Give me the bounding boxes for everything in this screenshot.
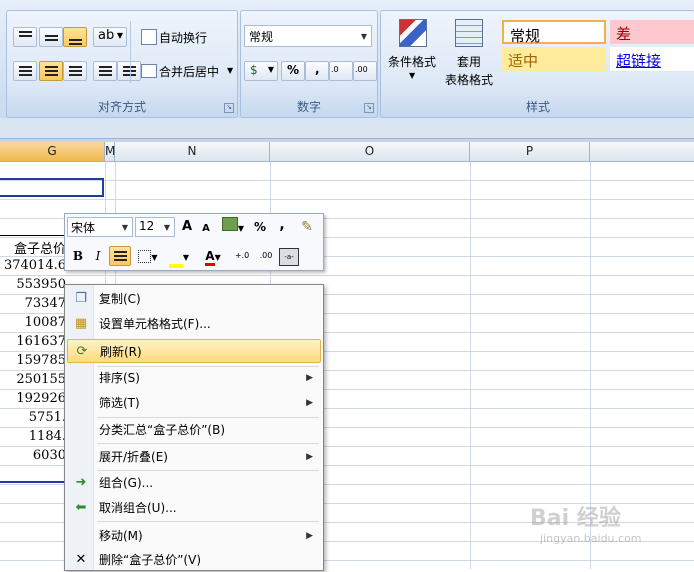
wrap-text-label: 自动换行 [159, 31, 208, 45]
font-color-button[interactable]: A▼ [199, 246, 227, 266]
center-align-button[interactable] [109, 246, 131, 266]
number-format-combo[interactable]: 常规 ▼ [244, 25, 372, 47]
baidu-watermark-url: jingyan.baidu.com [540, 532, 642, 545]
delete-x-icon: ✕ [75, 552, 87, 567]
style-neutral[interactable]: 适中 [502, 47, 606, 71]
alignment-dialog-launcher[interactable]: ↘ [224, 103, 234, 113]
column-header-m[interactable]: M [105, 142, 115, 162]
menu-item-filter[interactable]: 筛选(T) ▶ [67, 391, 321, 415]
cell-value[interactable]: 553950 [0, 277, 66, 292]
cell-value[interactable]: 192926 [0, 391, 66, 406]
format-as-table-button[interactable]: 套用 表格格式 [439, 17, 499, 91]
font-size-combo[interactable]: 12 ▼ [135, 217, 175, 237]
style-normal[interactable]: 常规 [502, 20, 606, 45]
refresh-icon: ⟳ [76, 344, 88, 359]
align-top-button[interactable] [13, 27, 37, 47]
align-left-button[interactable] [13, 61, 37, 81]
style-bad[interactable]: 差 [610, 20, 694, 44]
wrap-text-icon [141, 29, 157, 45]
column-header-p[interactable]: P [470, 142, 590, 162]
format-cells-icon: ▦ [74, 316, 88, 331]
alignment-group-label: 对齐方式 [97, 100, 146, 114]
comma-style-button[interactable]: , [305, 61, 329, 81]
conditional-format-label: 条件格式 [387, 55, 436, 69]
menu-item-delete[interactable]: ✕ 删除“盒子总价”(V) [67, 548, 321, 572]
copy-icon: ❐ [75, 291, 87, 306]
align-right-button[interactable] [63, 61, 87, 81]
cell-value[interactable]: 374014.6 [0, 258, 66, 273]
merge-center-label: 合并后居中 [159, 65, 220, 79]
cell-value[interactable]: 10087 [0, 315, 66, 330]
baidu-watermark-logo: Bai 经验 [530, 506, 621, 531]
cell-value[interactable]: 250155 [0, 372, 66, 387]
align-center-button[interactable] [39, 61, 63, 81]
grow-font-button[interactable]: A [179, 217, 195, 237]
ungroup-arrow-icon: ⬅ [75, 500, 87, 515]
italic-button[interactable]: I [89, 246, 107, 266]
alignment-group: ab ▼ 自动换行 合并后居中 ▼ 对齐方式 ↘ [6, 10, 238, 118]
conditional-format-button[interactable]: 条件格式 ▼ [385, 17, 439, 91]
column-header-o[interactable]: O [270, 142, 470, 162]
cell-value[interactable]: 161637 [0, 334, 66, 349]
fill-color-button[interactable]: ▼ [165, 246, 193, 268]
increase-decimal-button[interactable]: +.0 [231, 246, 253, 266]
group-arrow-icon: ➜ [75, 475, 87, 490]
number-group-label: 数字 [296, 100, 321, 114]
menu-item-subtotal[interactable]: 分类汇总“盒子总价”(B) [67, 418, 321, 442]
column-header-g[interactable]: G [0, 142, 105, 162]
increase-decimal-button[interactable]: .0 [329, 61, 353, 81]
format-table-label-1: 套用 [456, 55, 481, 69]
align-bottom-button[interactable] [63, 27, 87, 47]
menu-item-format-cells[interactable]: ▦ 设置单元格格式(F)... [67, 312, 321, 336]
merge-center-button[interactable]: 合并后居中 ▼ [139, 61, 235, 81]
conditional-format-icon [399, 19, 427, 47]
selected-cell-outline[interactable] [0, 178, 104, 197]
menu-item-copy[interactable]: ❐ 复制(C) [67, 287, 321, 311]
column-header-n[interactable]: N [115, 142, 270, 162]
percent-button[interactable]: % [251, 217, 269, 237]
borders-button[interactable]: ▼ [135, 246, 161, 266]
decrease-decimal-button[interactable]: .00 [353, 61, 377, 81]
accounting-format-button[interactable]: $ ▼ [244, 61, 278, 81]
cell-value[interactable]: 159785 [0, 353, 66, 368]
comma-button[interactable]: , [273, 215, 291, 235]
menu-item-move[interactable]: 移动(M) ▶ [67, 524, 321, 548]
ribbon: ab ▼ 自动换行 合并后居中 ▼ 对齐方式 ↘ 常规 ▼ $ ▼ % , .0 .… [0, 0, 694, 119]
styles-group-label: 样式 [525, 100, 550, 114]
merge-cells-button[interactable]: -a- [279, 248, 299, 266]
menu-item-refresh[interactable]: ⟳ 刷新(R) [67, 339, 321, 363]
decrease-decimal-button[interactable]: .00 [255, 246, 277, 266]
decrease-indent-button[interactable] [93, 61, 117, 81]
context-menu: ❐ 复制(C) ▦ 设置单元格格式(F)... ⟳ 刷新(R) 排序(S) ▶ 筛… [64, 284, 324, 571]
menu-item-expand-collapse[interactable]: 展开/折叠(E) ▶ [67, 445, 321, 469]
style-hyperlink[interactable]: 超链接 [610, 47, 694, 71]
format-table-icon [455, 19, 483, 47]
shrink-font-button[interactable]: A [199, 219, 213, 239]
align-middle-button[interactable] [39, 27, 63, 47]
increase-indent-button[interactable] [117, 61, 141, 81]
cell-header-box-total[interactable]: 盒子总价 [0, 238, 66, 257]
column-header-next[interactable] [590, 142, 694, 162]
orientation-button[interactable]: ab ▼ [93, 27, 127, 47]
menu-item-sort[interactable]: 排序(S) ▶ [67, 366, 321, 390]
mini-toolbar: 宋体 ▼ 12 ▼ A A ▼ % , ✎ B I ▼ ▼ A▼ +.0 .00 -… [64, 213, 324, 271]
number-dialog-launcher[interactable]: ↘ [364, 103, 374, 113]
number-group: 常规 ▼ $ ▼ % , .0 .00 数字 ↘ [240, 10, 378, 118]
cell-value[interactable]: 1184. [0, 429, 66, 444]
merge-center-icon [141, 64, 157, 78]
cell-value[interactable]: 5751. [0, 410, 66, 425]
percent-style-button[interactable]: % [281, 61, 305, 81]
styles-group: 条件格式 ▼ 套用 表格格式 常规 差 适中 超链接 样式 [380, 10, 694, 118]
accounting-format-button[interactable]: ▼ [219, 217, 247, 237]
number-format-value: 常规 [249, 30, 274, 44]
format-painter-icon[interactable]: ✎ [297, 217, 317, 237]
cell-value[interactable]: 73347 [0, 296, 66, 311]
menu-item-group[interactable]: ➜ 组合(G)... [67, 471, 321, 495]
wrap-text-button[interactable]: 自动换行 [139, 27, 235, 47]
bold-button[interactable]: B [69, 246, 87, 266]
format-table-label-2: 表格格式 [444, 73, 493, 87]
cell-value[interactable]: 6030 [0, 448, 66, 463]
font-name-combo[interactable]: 宋体 ▼ [67, 217, 133, 237]
menu-item-ungroup[interactable]: ⬅ 取消组合(U)... [67, 496, 321, 520]
